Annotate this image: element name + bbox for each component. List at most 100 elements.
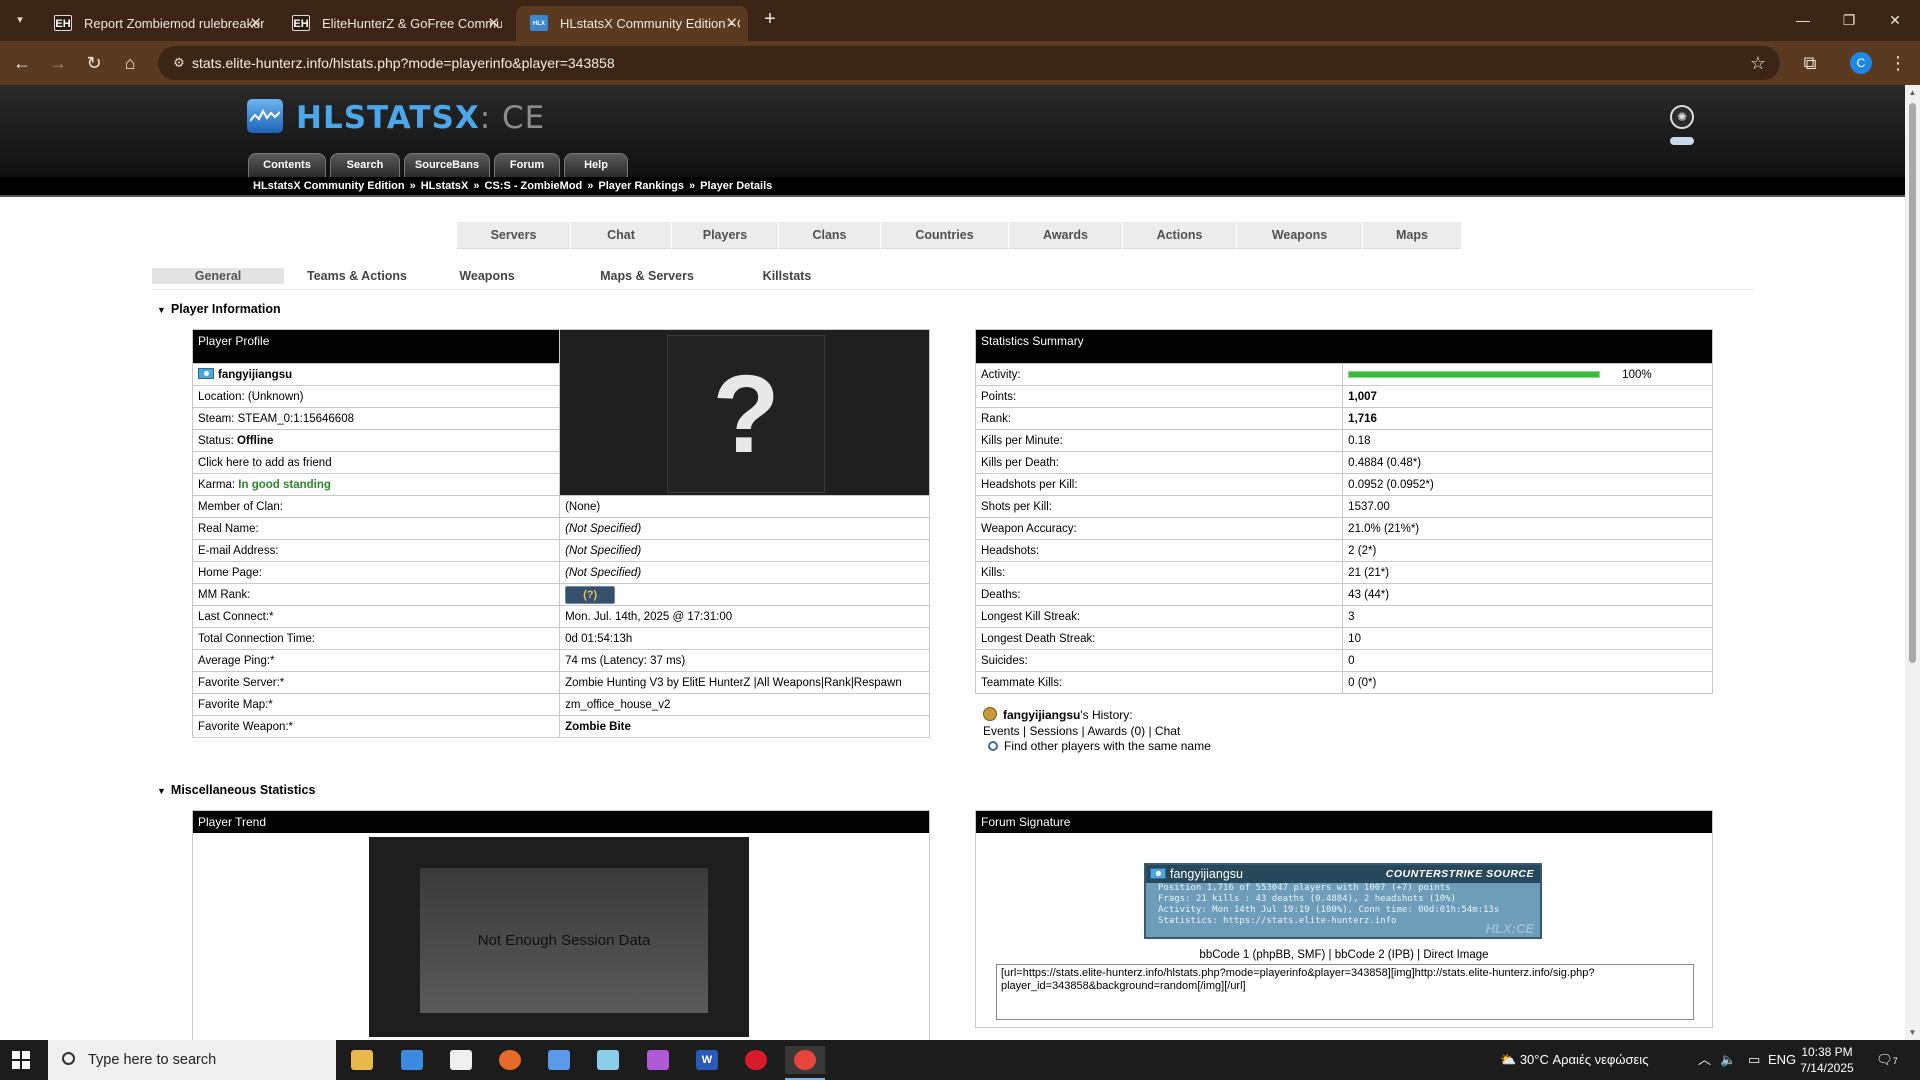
windows-taskbar: Type here to search W ⛅ 30°C Αραιές νεφώ… [0,1040,1920,1080]
stat-label: Kills: [974,561,1344,584]
player-name: fangyijiangsu [218,369,293,381]
player-profile-table: Player Profile ? fangyijiangsu Location:… [191,329,930,738]
nav-contents[interactable]: Contents [248,153,326,177]
taskbar-search[interactable]: Type here to search [48,1040,336,1080]
subtab-maps-servers[interactable]: Maps & Servers [582,268,712,284]
new-tab-button[interactable]: + [758,8,782,32]
menu-weapons[interactable]: Weapons [1237,222,1363,249]
store-icon[interactable] [392,1046,432,1074]
collapse-triangle-icon[interactable]: ▼ [157,305,166,315]
stat-row: Headshots: 2 (2*) [974,539,1713,562]
reload-icon[interactable]: ↻ [80,49,108,77]
document-viewer-icon[interactable] [441,1046,481,1074]
restore-icon[interactable]: ❐ [1826,0,1872,41]
chrome-icon[interactable] [785,1046,825,1080]
misc-statistics-heading[interactable]: ▼ Miscellaneous Statistics [157,783,315,797]
history-events-link[interactable]: Events [983,724,1020,738]
profile-value: 0d 01:54:13h [559,627,930,650]
player-information-heading[interactable]: ▼ Player Information [157,302,281,316]
profile-value: (None) [559,495,930,518]
find-same-name-link[interactable]: Find other players with the same name [1004,739,1211,753]
browser-tab-hlstatsx[interactable]: HLX HLstatsX Community Edition - CS:S ✕ [516,6,748,41]
history-awards-link[interactable]: Awards (0) [1087,724,1145,738]
tray-chevron-icon[interactable]: ︿ [1698,1040,1711,1080]
subtab-weapons[interactable]: Weapons [432,268,542,284]
notification-count: 7 [1892,1056,1898,1066]
forward-icon[interactable]: → [44,49,72,77]
game-logo-icon[interactable]: ✺ [1670,105,1694,129]
back-icon[interactable]: ← [8,49,36,77]
profile-avatar[interactable]: C [1850,52,1872,74]
url-text[interactable]: stats.elite-hunterz.info/hlstats.php?mod… [192,46,615,80]
network-icon[interactable]: ▭ [1748,1040,1760,1080]
close-icon[interactable]: ✕ [487,6,500,41]
search-placeholder: Type here to search [88,1052,217,1068]
stat-label: Kills per Death: [974,451,1344,474]
copilot-icon[interactable] [638,1046,678,1074]
tab-search-icon[interactable]: ▾ [8,8,32,32]
subtab-general[interactable]: General [152,268,284,284]
menu-actions[interactable]: Actions [1123,222,1237,249]
nav-help[interactable]: Help [564,153,628,177]
weather-widget[interactable]: ⛅ 30°C Αραιές νεφώσεις [1500,1040,1648,1080]
breadcrumb-item[interactable]: CS:S - ZombieMod [485,180,583,192]
history-chat-link[interactable]: Chat [1155,724,1180,738]
game-selector-icon[interactable] [1670,137,1694,145]
history-sessions-link[interactable]: Sessions [1029,724,1078,738]
microsoft-365-icon[interactable] [539,1046,579,1074]
notepad-icon[interactable] [588,1046,628,1074]
windows-start-icon[interactable] [12,1051,30,1069]
bbcode-links[interactable]: bbCode 1 (phpBB, SMF) | bbCode 2 (IPB) |… [976,949,1712,961]
player-status: Status: Offline [191,429,561,452]
word-icon[interactable]: W [687,1046,727,1074]
menu-servers[interactable]: Servers [457,222,571,249]
notification-icon[interactable]: 🗨7 [1876,1050,1898,1070]
volume-icon[interactable]: 🔈 [1720,1040,1736,1080]
address-bar[interactable]: ⚙ stats.elite-hunterz.info/hlstats.php?m… [158,46,1780,80]
menu-chat[interactable]: Chat [571,222,672,249]
scroll-thumb[interactable] [1909,103,1916,663]
breadcrumb-item[interactable]: Player Rankings [598,180,684,192]
file-explorer-icon[interactable] [342,1046,382,1074]
close-icon[interactable]: ✕ [725,6,738,41]
stat-label: Suicides: [974,649,1344,672]
subtab-killstats[interactable]: Killstats [732,268,842,284]
menu-awards[interactable]: Awards [1009,222,1123,249]
nav-forum[interactable]: Forum [494,153,560,177]
site-logo[interactable]: HLSTATSX: CE [296,100,545,136]
weather-text: 30°C Αραιές νεφώσεις [1519,1052,1649,1067]
hlstatsx-logo-icon[interactable] [247,99,283,133]
add-friend-link[interactable]: Click here to add as friend [191,451,561,474]
home-icon[interactable]: ⌂ [116,49,144,77]
menu-countries[interactable]: Countries [881,222,1009,249]
minimize-icon[interactable]: — [1780,0,1826,41]
scroll-up-icon[interactable]: ▲ [1905,85,1920,100]
system-clock[interactable]: 10:38 PM 7/14/2025 [1790,1044,1864,1076]
nav-search[interactable]: Search [330,153,400,177]
browser-tab-elitehunterz[interactable]: EH EliteHunterZ & GoFree Community ✕ [278,6,510,41]
opera-icon[interactable] [736,1046,776,1074]
menu-players[interactable]: Players [672,222,779,249]
page-scrollbar[interactable]: ▲ ▼ [1905,85,1920,1040]
breadcrumb-item[interactable]: HLstatsX [421,180,469,192]
section-menu: Servers Chat Players Clans Countries Awa… [457,222,1461,249]
firefox-icon[interactable] [490,1046,530,1074]
nav-sourcebans[interactable]: SourceBans [404,153,490,177]
scroll-down-icon[interactable]: ▼ [1905,1025,1920,1040]
sig-line: Activity: Mon 14th Jul 19:19 (100%), Con… [1158,905,1500,915]
signature-image[interactable]: fangyijiangsu COUNTERSTRIKE SOURCE Positi… [1144,863,1542,939]
bookmark-star-icon[interactable]: ☆ [1750,46,1766,80]
menu-clans[interactable]: Clans [779,222,881,249]
browser-menu-icon[interactable]: ⋮ [1888,49,1908,77]
menu-maps[interactable]: Maps [1363,222,1461,249]
close-icon[interactable]: ✕ [249,6,262,41]
site-info-icon[interactable]: ⚙ [170,54,188,72]
browser-tab-report[interactable]: EH Report Zombiemod rulebreakers ✕ [40,6,272,41]
window-close-icon[interactable]: ✕ [1872,0,1918,41]
collapse-triangle-icon[interactable]: ▼ [157,786,166,796]
subtab-teams-actions[interactable]: Teams & Actions [292,268,422,284]
breadcrumb: HLstatsX Community Edition » HLstatsX » CS:S… [0,177,1905,197]
bbcode-textarea[interactable]: [url=https://stats.elite-hunterz.info/hl… [996,964,1694,1020]
extensions-icon[interactable]: ⧉ [1796,49,1824,77]
breadcrumb-item[interactable]: HLstatsX Community Edition [253,180,405,192]
